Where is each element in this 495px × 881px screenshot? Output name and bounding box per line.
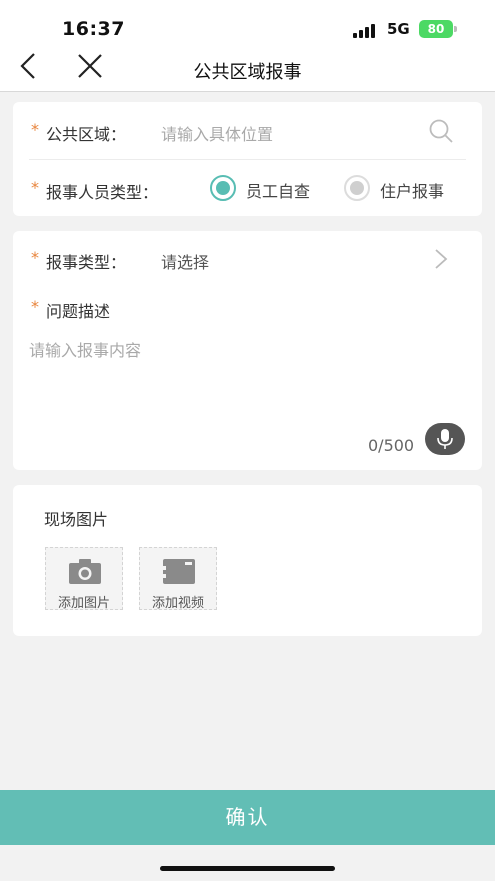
- option-resident-report[interactable]: 住户报事: [344, 174, 464, 202]
- required-mark: *: [31, 120, 39, 139]
- photos-title: 现场图片: [44, 510, 109, 529]
- microphone-icon[interactable]: [425, 423, 465, 455]
- status-time: 16:37: [62, 18, 125, 40]
- description-textarea[interactable]: 请输入报事内容: [29, 337, 466, 417]
- required-mark: *: [31, 178, 39, 197]
- location-input[interactable]: 请输入具体位置: [161, 121, 441, 145]
- home-indicator: [160, 866, 335, 871]
- reporter-type-label: 报事人员类型：: [46, 183, 159, 202]
- location-card: * 公共区域： 请输入具体位置 * 报事人员类型： 员工自查 住户报事: [13, 102, 482, 216]
- add-photo-label: 添加图片: [57, 596, 110, 611]
- char-counter: 0/500: [368, 436, 415, 455]
- report-type-label: 报事类型：: [46, 253, 127, 272]
- nav-bar: 公共区域报事: [0, 46, 495, 92]
- required-mark: *: [31, 248, 39, 267]
- radio-selected-icon: [210, 175, 236, 201]
- camera-icon: [67, 556, 103, 586]
- page-title: 公共区域报事: [193, 62, 302, 83]
- status-bar: 16:37 5G 80: [0, 0, 495, 46]
- signal-icon: [353, 24, 379, 38]
- battery-icon: 80: [419, 20, 457, 38]
- report-card: * 报事类型： 请选择 * 问题描述 请输入报事内容 0/500: [13, 231, 482, 470]
- chevron-right-icon: [433, 247, 449, 271]
- network-type: 5G: [387, 20, 410, 38]
- add-photo-button[interactable]: 添加图片: [45, 547, 123, 611]
- search-icon[interactable]: [428, 118, 454, 144]
- option-employee-self-check[interactable]: 员工自查: [210, 174, 330, 202]
- location-label: 公共区域：: [46, 125, 127, 144]
- confirm-button[interactable]: 确认: [0, 790, 495, 845]
- photos-card: 现场图片 添加图片 添加视频: [13, 485, 482, 636]
- add-video-label: 添加视频: [151, 596, 204, 611]
- radio-unselected-icon: [344, 175, 370, 201]
- option-label: 住户报事: [380, 182, 445, 201]
- description-label: 问题描述: [46, 302, 111, 321]
- report-type-row[interactable]: * 报事类型： 请选择: [13, 231, 482, 287]
- video-icon: [161, 556, 197, 586]
- divider: [29, 159, 466, 160]
- required-mark: *: [31, 297, 39, 316]
- option-label: 员工自查: [246, 182, 311, 201]
- add-video-button[interactable]: 添加视频: [139, 547, 217, 611]
- report-type-value: 请选择: [161, 253, 210, 272]
- battery-level: 80: [427, 22, 445, 36]
